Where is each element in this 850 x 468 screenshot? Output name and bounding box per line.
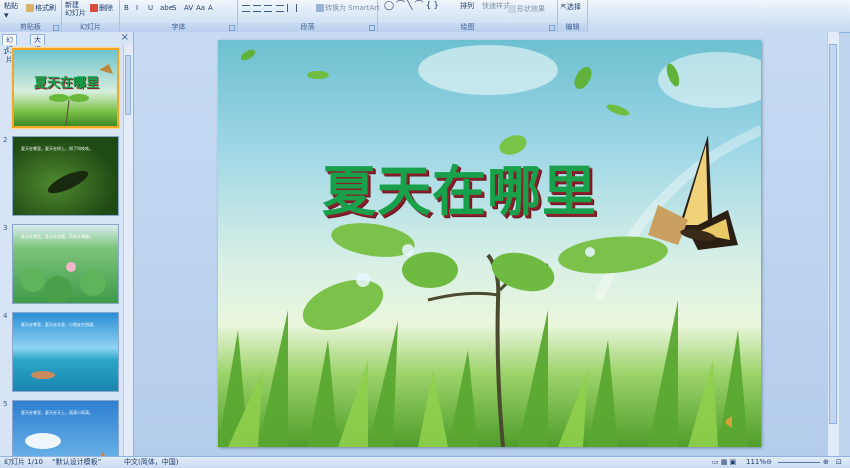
format-painter-label: 格式刷: [35, 4, 56, 12]
zoom-level[interactable]: 111%: [746, 457, 766, 468]
delete-label: 删除: [99, 4, 113, 12]
list-item[interactable]: 2 夏天在哪里，夏天在树上，知了叫吱吱。: [0, 135, 124, 217]
thumb-art: [49, 64, 113, 126]
convert-smartart-button[interactable]: 转换为 SmartArt: [316, 4, 380, 13]
new-slide-button[interactable]: 新建 幻灯片: [65, 1, 86, 17]
slide-thumbnail[interactable]: 夏天在哪里，夏天在池塘，荷花开满塘。: [12, 224, 119, 304]
arrange-button[interactable]: 排列: [460, 2, 474, 11]
slide-number: 3: [3, 224, 8, 232]
slide-number: 2: [3, 136, 8, 144]
list-item[interactable]: 5 夏天在哪里，夏天在天上，雨滴小雨滴。: [0, 399, 124, 456]
scrollbar-thumb[interactable]: [125, 55, 131, 115]
format-painter-button[interactable]: 格式刷: [26, 4, 56, 13]
smartart-label: 转换为 SmartArt: [325, 4, 380, 12]
language: 中文(简体，中国): [124, 458, 179, 466]
slide-thumbnail[interactable]: 夏天在哪里，夏天在树上，知了叫吱吱。: [12, 136, 119, 216]
zoom-in-icon[interactable]: ⊕: [823, 457, 829, 468]
tab-outline[interactable]: 大纲: [30, 34, 45, 54]
quick-styles-label: 快速样式: [482, 2, 510, 10]
view-buttons[interactable]: ▭ ▦ ▣: [712, 457, 736, 468]
slide-number: 4: [3, 312, 8, 320]
drawing-launcher-icon[interactable]: [549, 25, 555, 31]
select-button[interactable]: ⇱选择: [561, 3, 581, 12]
shape-effects-label: 形状效果: [517, 5, 545, 13]
list-item[interactable]: 1 夏天在哪里: [0, 47, 124, 129]
paste-label: 粘贴: [4, 2, 18, 10]
paragraph-launcher-icon[interactable]: [369, 25, 375, 31]
font-format-button[interactable]: S: [172, 4, 176, 13]
font-format-button[interactable]: AV: [184, 4, 193, 13]
font-format-button[interactable]: I: [136, 4, 138, 13]
thumb-art: [47, 170, 89, 194]
slide-number: 5: [3, 400, 8, 408]
thumbnail-list: 1 夏天在哪里 2 夏天在哪里，夏天在树上，知了叫吱吱。 3 夏天在哪里，夏天在…: [0, 45, 124, 456]
align-buttons[interactable]: [242, 4, 298, 13]
delete-slide-button[interactable]: 删除: [90, 4, 113, 13]
slide-number: 1: [3, 48, 8, 56]
slide-thumbnail[interactable]: 夏天在哪里: [12, 48, 119, 128]
quick-styles-button[interactable]: 快速样式: [482, 2, 510, 11]
fit-window-icon[interactable]: ⊡: [836, 457, 842, 468]
slides-group-label: 幻灯片: [62, 23, 119, 32]
arrange-label: 排列: [460, 2, 474, 10]
font-format-button[interactable]: Aa: [196, 4, 205, 13]
thumb-art: [25, 433, 105, 456]
template-name: “默认设计模板”: [52, 458, 102, 466]
font-group-label: 字体: [120, 23, 237, 32]
slide-title[interactable]: 夏天在哪里: [322, 152, 662, 232]
ribbon: 粘贴 ▾ 格式刷 剪贴板 新建 幻灯片 删除 幻灯片 B I Uabe S AV Aa A …: [0, 0, 850, 33]
paste-button[interactable]: 粘贴: [4, 2, 18, 11]
zoom-slider[interactable]: [778, 462, 820, 463]
slide-canvas[interactable]: 夏天在哪里: [218, 40, 761, 447]
columns-icon[interactable]: [286, 4, 297, 12]
shapes-gallery[interactable]: ◯⌒╲⌒{}: [384, 2, 441, 11]
paragraph-group: 转换为 SmartArt 段落: [238, 0, 380, 32]
status-bar: 幻灯片 1/10 “默认设计模板” 中文(简体，中国) ▭ ▦ ▣ 111% ⊖…: [0, 456, 850, 468]
slides-pane: 幻灯片 大纲 × 1 夏天在哪里 2 夏天在哪里，夏天在树上，知了叫吱吱。: [0, 32, 134, 456]
slides-group: 新建 幻灯片 删除 幻灯片: [62, 0, 120, 32]
font-launcher-icon[interactable]: [229, 25, 235, 31]
slide-thumbnail[interactable]: 夏天在哪里，夏天在水里，小朋友在泡澡。: [12, 312, 119, 392]
thumb-art: [31, 371, 55, 379]
font-format-button[interactable]: B: [124, 4, 129, 13]
close-icon[interactable]: ×: [121, 33, 129, 43]
editor-scrollbar[interactable]: [827, 32, 839, 456]
paragraph-group-label: 段落: [238, 23, 377, 32]
clipboard-group: 粘贴 ▾ 格式刷 剪贴板: [0, 0, 62, 32]
font-group: B I Uabe S AV Aa A 字体: [120, 0, 238, 32]
drawing-group-label: 绘图: [378, 23, 557, 32]
zoom-out-icon[interactable]: ⊖: [766, 457, 772, 468]
slide-position: 幻灯片 1/10: [4, 458, 43, 466]
list-item[interactable]: 4 夏天在哪里，夏天在水里，小朋友在泡澡。: [0, 311, 124, 393]
list-item[interactable]: 3 夏天在哪里，夏天在池塘，荷花开满塘。: [0, 223, 124, 305]
drawing-group: ◯⌒╲⌒{} 排列 快速样式 形状效果 绘图: [378, 0, 558, 32]
brush-icon: [26, 4, 34, 12]
editing-group-label: 编辑: [558, 23, 587, 32]
smartart-icon: [316, 4, 324, 12]
clipboard-group-label: 剪贴板: [0, 23, 61, 32]
align-left-icon[interactable]: [242, 4, 250, 12]
slide-thumbnail[interactable]: 夏天在哪里，夏天在天上，雨滴小雨滴。: [12, 400, 119, 456]
clipboard-launcher-icon[interactable]: [53, 25, 59, 31]
font-format-button[interactable]: A: [208, 4, 213, 13]
tab-slides[interactable]: 幻灯片: [2, 34, 17, 64]
select-label: 选择: [566, 3, 581, 11]
font-format-button[interactable]: U: [148, 4, 153, 13]
justify-icon[interactable]: [275, 4, 284, 12]
thumb-art: [21, 262, 106, 303]
paste-dropdown-icon[interactable]: ▾: [4, 12, 9, 21]
thumbnail-scrollbar[interactable]: [123, 45, 133, 456]
shape-effects-button[interactable]: 形状效果: [508, 5, 545, 14]
align-right-icon[interactable]: [264, 4, 273, 12]
slide-editor: 夏天在哪里: [134, 32, 839, 456]
slide-background-art: [218, 45, 761, 447]
delete-icon: [90, 4, 98, 12]
align-center-icon[interactable]: [253, 4, 262, 12]
shape-effects-icon: [508, 5, 516, 13]
scrollbar-thumb[interactable]: [829, 44, 837, 424]
editing-group: ⇱选择 编辑: [558, 0, 588, 32]
